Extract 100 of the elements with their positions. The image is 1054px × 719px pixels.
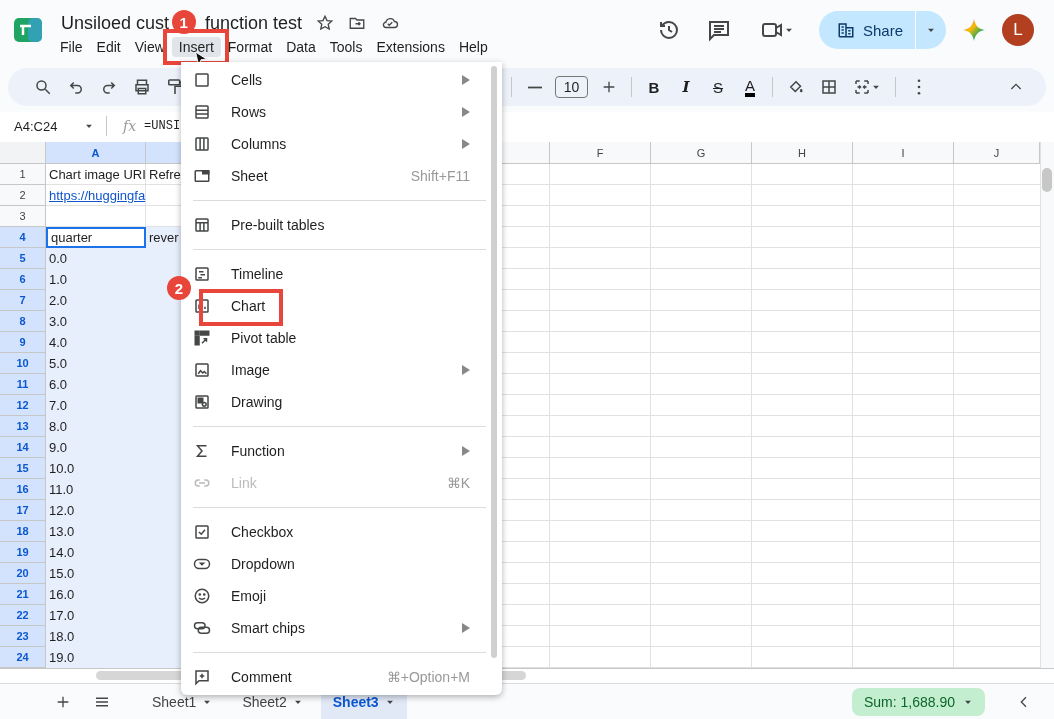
column-header[interactable]: I: [853, 142, 954, 164]
account-avatar[interactable]: L: [1002, 14, 1034, 46]
table-cell-text: 1.0: [48, 271, 69, 289]
menu-item[interactable]: Columns: [193, 128, 502, 160]
table-cell-text: 14.0: [48, 544, 76, 562]
menu-item[interactable]: Image: [193, 354, 502, 386]
menu-item[interactable]: Sheet Shift+F11: [193, 160, 502, 192]
row-header[interactable]: 22: [0, 605, 46, 626]
sum-chip[interactable]: Sum: 1,688.90: [851, 688, 985, 716]
font-size-field[interactable]: 10: [555, 76, 588, 98]
row-header[interactable]: 3: [0, 206, 46, 227]
column-header[interactable]: G: [651, 142, 752, 164]
checkbox-icon: [193, 523, 211, 541]
row-header[interactable]: 19: [0, 542, 46, 563]
menu-item[interactable]: Format: [220, 37, 280, 57]
row-header[interactable]: 10: [0, 353, 46, 374]
table-cell-text: Refre: [148, 166, 181, 184]
menu-item[interactable]: File: [53, 37, 90, 57]
menu-item[interactable]: Emoji: [193, 580, 502, 612]
cell-link[interactable]: https://huggingfa: [46, 185, 146, 206]
table-cell-text: 11.0: [48, 481, 75, 499]
step-badge: 1: [171, 10, 196, 34]
menu-item[interactable]: Data: [279, 37, 323, 57]
sheet-icon: [193, 167, 211, 185]
document-title[interactable]: Unsiloed cust: [61, 12, 170, 33]
minus-icon: [527, 85, 542, 89]
menu-item[interactable]: Drawing: [193, 386, 502, 418]
sheets-logo-icon[interactable]: [14, 16, 42, 44]
row-header[interactable]: 16: [0, 479, 46, 500]
bold-button[interactable]: B: [638, 72, 670, 102]
row-header[interactable]: 9: [0, 332, 46, 353]
row-header[interactable]: 14: [0, 437, 46, 458]
table-cell-text: 4.0: [48, 334, 69, 352]
column-header[interactable]: F: [550, 142, 651, 164]
column-header[interactable]: J: [954, 142, 1040, 164]
row-header[interactable]: 24: [0, 647, 46, 668]
row-header[interactable]: 2: [0, 185, 46, 206]
menu-item[interactable]: Insert: [171, 37, 221, 57]
row-header[interactable]: 21: [0, 584, 46, 605]
table-cell: quarter: [46, 227, 146, 248]
menu-item[interactable]: Cells: [193, 64, 502, 96]
menu-item[interactable]: Timeline: [193, 258, 502, 290]
menu-item[interactable]: Pre-built tables: [193, 209, 502, 241]
row-header[interactable]: 4: [0, 227, 46, 248]
table-cell-text: 18.0: [48, 628, 76, 646]
scroll-thumb[interactable]: [1042, 168, 1052, 192]
menu-item[interactable]: Chart: [193, 290, 502, 322]
row-header[interactable]: 8: [0, 311, 46, 332]
row-header[interactable]: 1: [0, 164, 46, 185]
square-icon: [193, 71, 211, 89]
row-header[interactable]: 23: [0, 626, 46, 647]
sparkle-icon[interactable]: [962, 18, 986, 42]
menu-item[interactable]: Extensions: [369, 37, 452, 57]
table-icon: [193, 216, 211, 234]
table-cell-text: 12.0: [48, 502, 76, 520]
rows-icon: [193, 103, 211, 121]
row-header[interactable]: 12: [0, 395, 46, 416]
document-title[interactable]: function test: [205, 12, 303, 33]
table-cell-text: 7.0: [48, 397, 69, 415]
row-header[interactable]: 7: [0, 290, 46, 311]
drawing-icon: [193, 393, 211, 411]
menu-item[interactable]: Edit: [89, 37, 128, 57]
pivot-table-icon: [193, 329, 211, 347]
menu-item[interactable]: Tools: [322, 37, 370, 57]
table-cell-text: 0.0: [48, 250, 69, 268]
formula-field[interactable]: =UNSI: [144, 119, 181, 133]
name-box[interactable]: A4:C24: [0, 118, 84, 134]
menu-item[interactable]: Rows: [193, 96, 502, 128]
table-cell-text: 15.0: [48, 565, 76, 583]
paint-roller-icon: [167, 79, 182, 95]
step-badge: 2: [167, 276, 191, 300]
text-color-button[interactable]: A: [734, 72, 766, 102]
menu-item[interactable]: Help: [451, 37, 495, 57]
vertical-scrollbar[interactable]: [1040, 142, 1054, 668]
search-icon: [33, 78, 52, 96]
row-header[interactable]: 5: [0, 248, 46, 269]
menu-item[interactable]: Pivot table: [193, 322, 502, 354]
chart-icon: [193, 297, 211, 315]
menu-item[interactable]: Function: [193, 435, 502, 467]
row-header[interactable]: 6: [0, 269, 46, 290]
building-icon: [836, 21, 855, 39]
row-header[interactable]: 11: [0, 374, 46, 395]
strikethrough-button[interactable]: S: [702, 72, 734, 102]
menu-item[interactable]: Dropdown: [193, 548, 502, 580]
menu-item[interactable]: Smart chips: [193, 612, 502, 644]
row-header[interactable]: 17: [0, 500, 46, 521]
row-header[interactable]: 13: [0, 416, 46, 437]
smiley-icon: [193, 587, 211, 605]
menu-item[interactable]: Checkbox: [193, 516, 502, 548]
row-header[interactable]: 18: [0, 521, 46, 542]
row-header[interactable]: 20: [0, 563, 46, 584]
table-cell-text: 3.0: [48, 313, 69, 331]
menu-scrollbar[interactable]: [491, 66, 497, 658]
column-header[interactable]: A: [46, 142, 146, 164]
table-cell-text: 16.0: [48, 586, 76, 604]
row-header[interactable]: 15: [0, 458, 46, 479]
shortcut-label: Shift+F11: [410, 168, 470, 184]
italic-button[interactable]: I: [670, 72, 702, 102]
column-header[interactable]: H: [752, 142, 853, 164]
table-cell-text: 6.0: [48, 376, 69, 394]
